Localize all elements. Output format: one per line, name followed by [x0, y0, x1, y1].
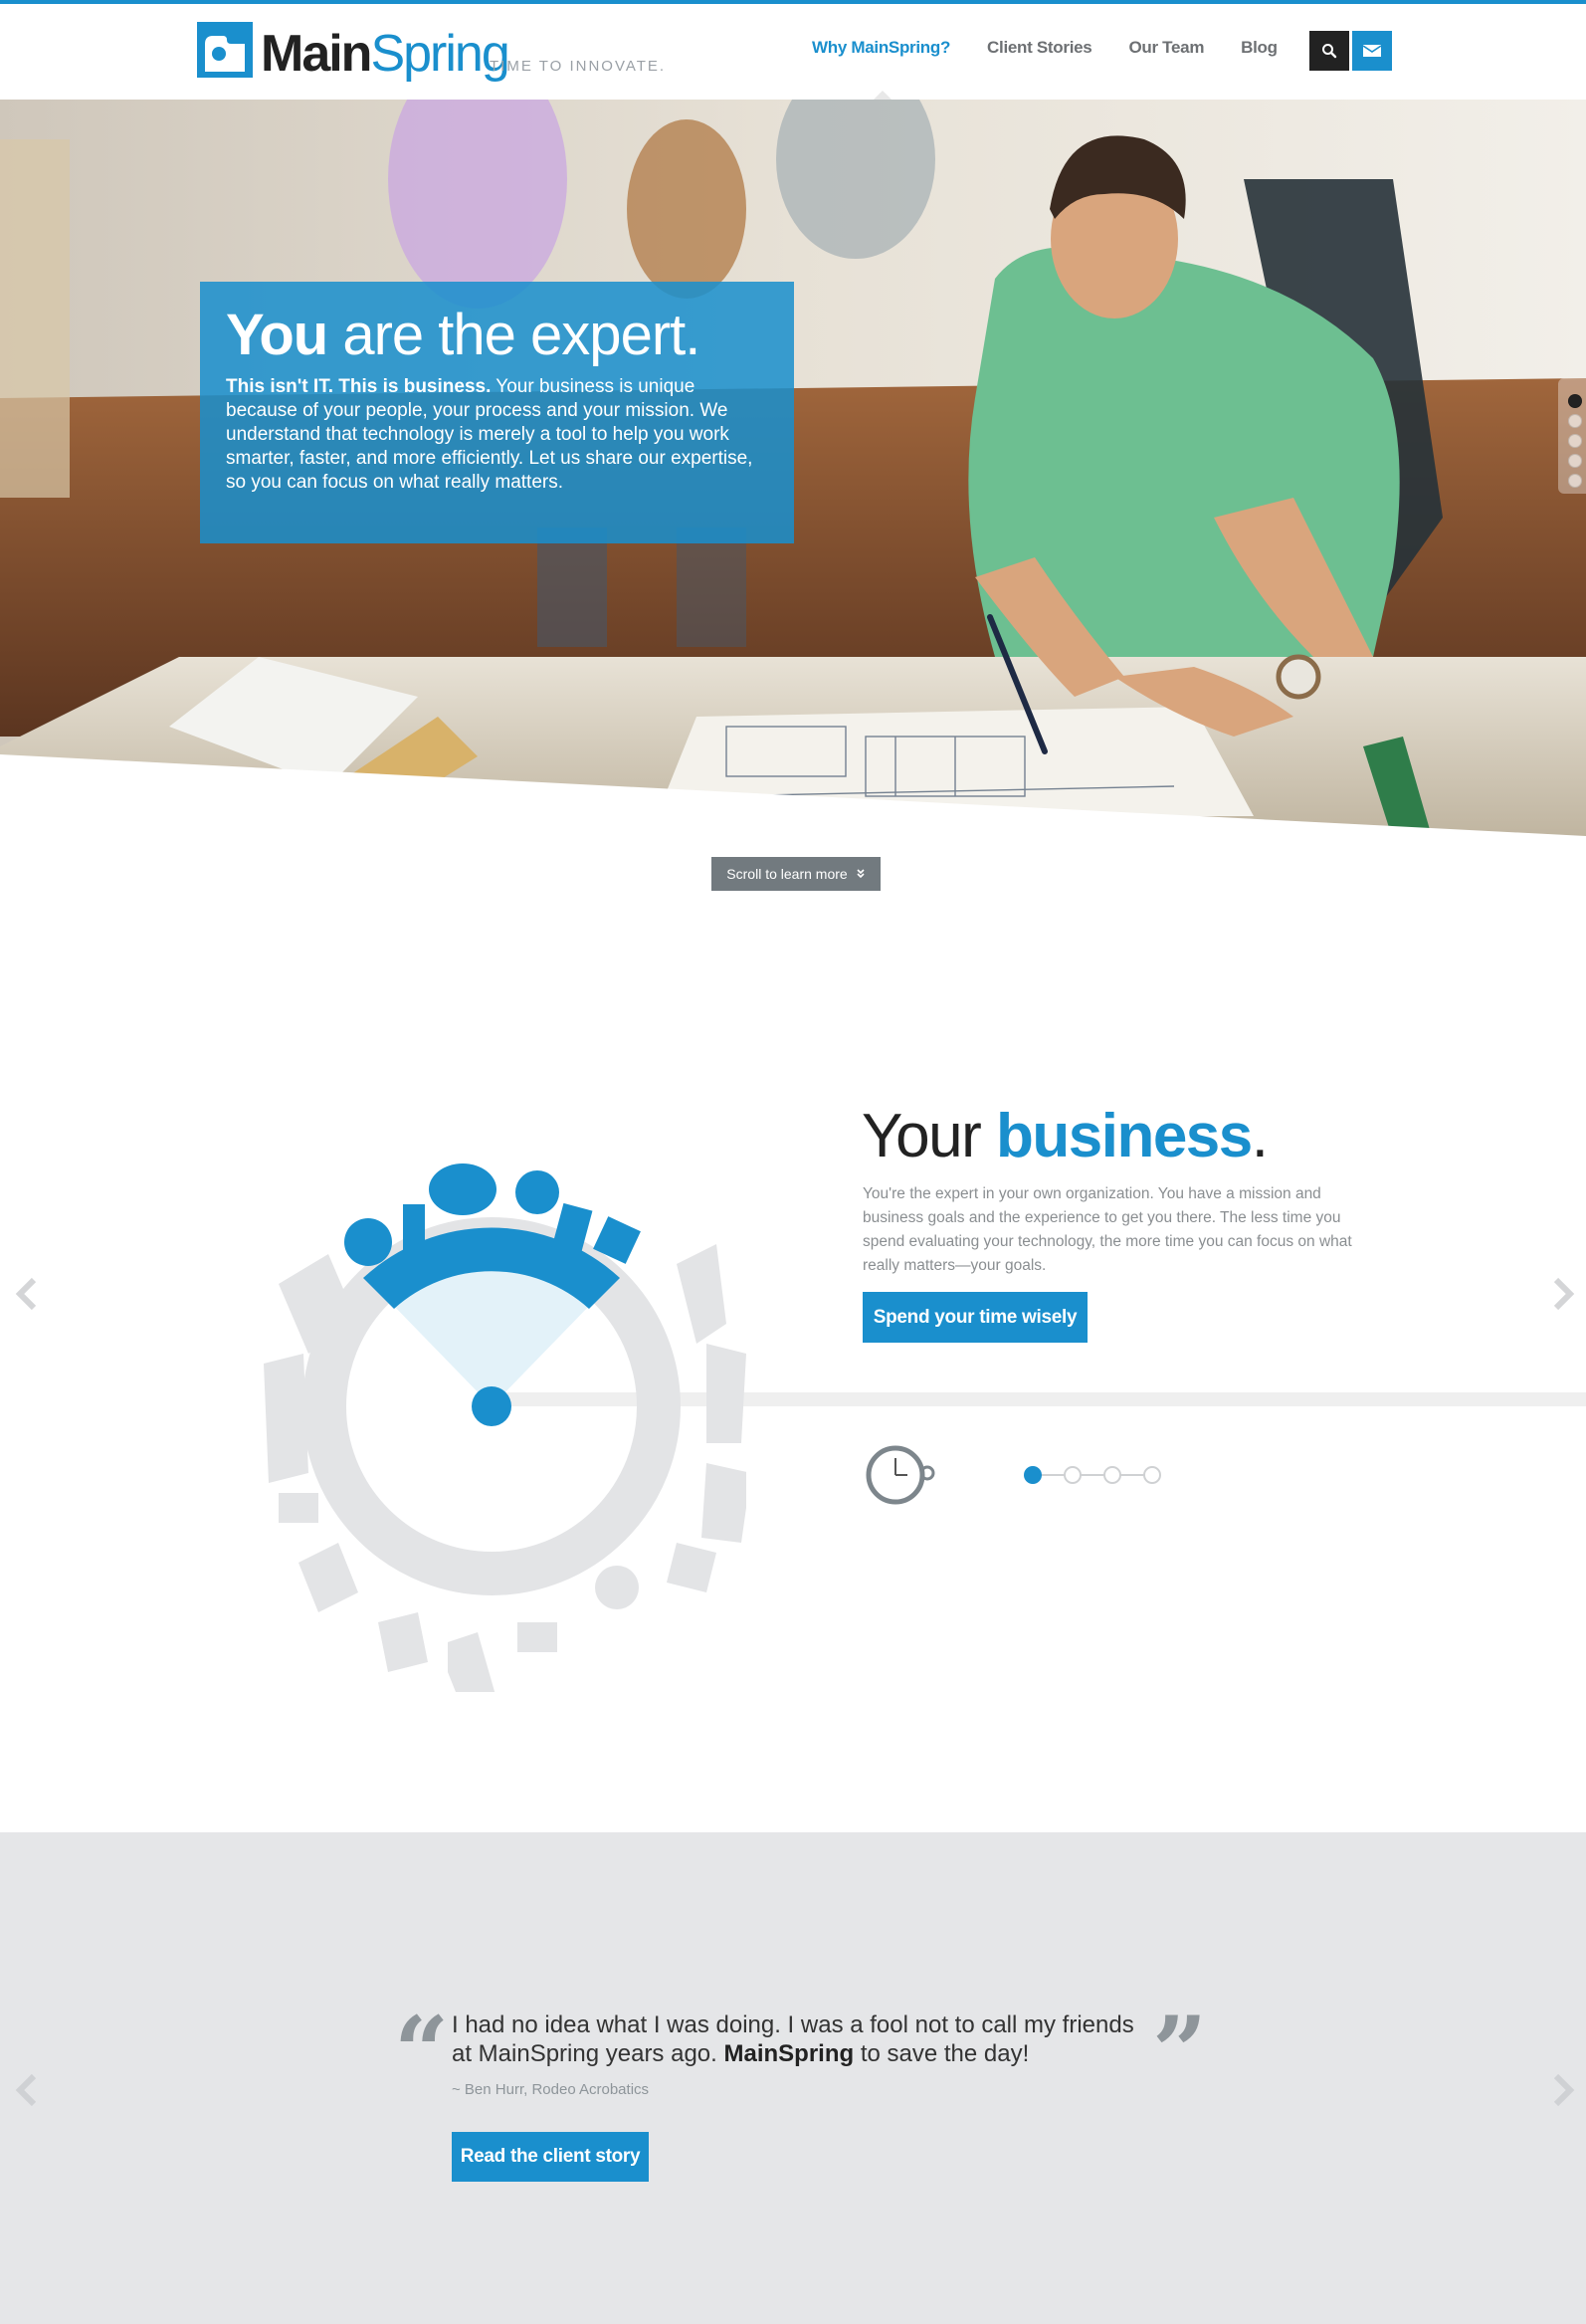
- prev-testimonial-arrow-icon[interactable]: [12, 2070, 42, 2110]
- nav-our-team[interactable]: Our Team: [1128, 38, 1204, 58]
- hero-title-rest: are the expert.: [327, 303, 700, 367]
- quote-post: to save the day!: [854, 2040, 1030, 2067]
- contact-button[interactable]: [1352, 31, 1392, 71]
- tagline: TIME TO INNOVATE.: [490, 58, 667, 75]
- nav-client-stories[interactable]: Client Stories: [987, 38, 1092, 58]
- close-quote-icon: ”: [1152, 1996, 1208, 2108]
- step-dot[interactable]: [1024, 1466, 1042, 1484]
- nav-why-mainspring[interactable]: Why MainSpring?: [812, 38, 950, 58]
- search-button[interactable]: [1309, 31, 1349, 71]
- scroll-to-learn-more-button[interactable]: Scroll to learn more: [711, 857, 881, 891]
- next-testimonial-arrow-icon[interactable]: [1548, 2070, 1578, 2110]
- business-body: You're the expert in your own organizati…: [863, 1185, 1352, 1274]
- business-heading-post: .: [1251, 1102, 1269, 1170]
- hero-slide-dots: [1558, 378, 1586, 494]
- quote-bold: MainSpring: [723, 2040, 855, 2067]
- logo-icon: [197, 22, 253, 78]
- hero-slide-dot[interactable]: [1568, 454, 1582, 468]
- testimonial-section: “ ” I had no idea what I was doing. I wa…: [0, 1832, 1586, 2324]
- step-indicator: [1024, 1466, 1161, 1484]
- step-dot[interactable]: [1143, 1466, 1161, 1484]
- logo[interactable]: MainSpring: [197, 16, 510, 84]
- hero-title-bold: You: [226, 303, 328, 367]
- business-heading-pre: Your: [862, 1102, 996, 1170]
- testimonial-author: ~ Ben Hurr, Rodeo Acrobatics: [452, 2081, 650, 2098]
- stopwatch-icon: [866, 1445, 935, 1505]
- hero-slide-dot[interactable]: [1568, 394, 1582, 408]
- nav-active-caret: [874, 91, 892, 100]
- hero-slide-dot[interactable]: [1568, 474, 1582, 488]
- nav-blog[interactable]: Blog: [1241, 38, 1278, 58]
- hero-slide-dot[interactable]: [1568, 414, 1582, 428]
- business-heading-accent: business: [996, 1102, 1253, 1170]
- hero-slide-dot[interactable]: [1568, 434, 1582, 448]
- hero-body: This isn't IT. This is business. Your bu…: [226, 375, 768, 495]
- read-client-story-button[interactable]: Read the client story: [452, 2132, 649, 2182]
- step-dot[interactable]: [1103, 1466, 1121, 1484]
- open-quote-icon: “: [394, 1996, 450, 2108]
- hero-message-box: You are the expert. This isn't IT. This …: [200, 282, 794, 543]
- main-nav: Why MainSpring? Client Stories Our Team …: [812, 38, 1314, 58]
- business-wheel-illustration: [264, 1163, 746, 1692]
- mail-icon: [1362, 45, 1382, 57]
- logo-accent-text: Spring: [370, 25, 509, 83]
- testimonial-quote: I had no idea what I was doing. I was a …: [452, 2010, 1148, 2068]
- scroll-button-label: Scroll to learn more: [726, 866, 848, 882]
- logo-wordmark: MainSpring: [261, 25, 510, 83]
- business-heading: Your business.: [862, 1099, 1269, 1174]
- spend-time-wisely-button[interactable]: Spend your time wisely: [863, 1292, 1088, 1343]
- hero-title: You are the expert.: [226, 304, 768, 367]
- step-dot[interactable]: [1064, 1466, 1082, 1484]
- hero-lead-bold: This isn't IT. This is business.: [226, 376, 492, 397]
- logo-main-text: Main: [261, 25, 372, 83]
- double-chevron-down-icon: [857, 869, 865, 879]
- search-icon: [1322, 44, 1337, 59]
- next-slide-arrow-icon[interactable]: [1548, 1274, 1578, 1314]
- hero-section: You are the expert. This isn't IT. This …: [0, 100, 1586, 840]
- prev-slide-arrow-icon[interactable]: [12, 1274, 42, 1314]
